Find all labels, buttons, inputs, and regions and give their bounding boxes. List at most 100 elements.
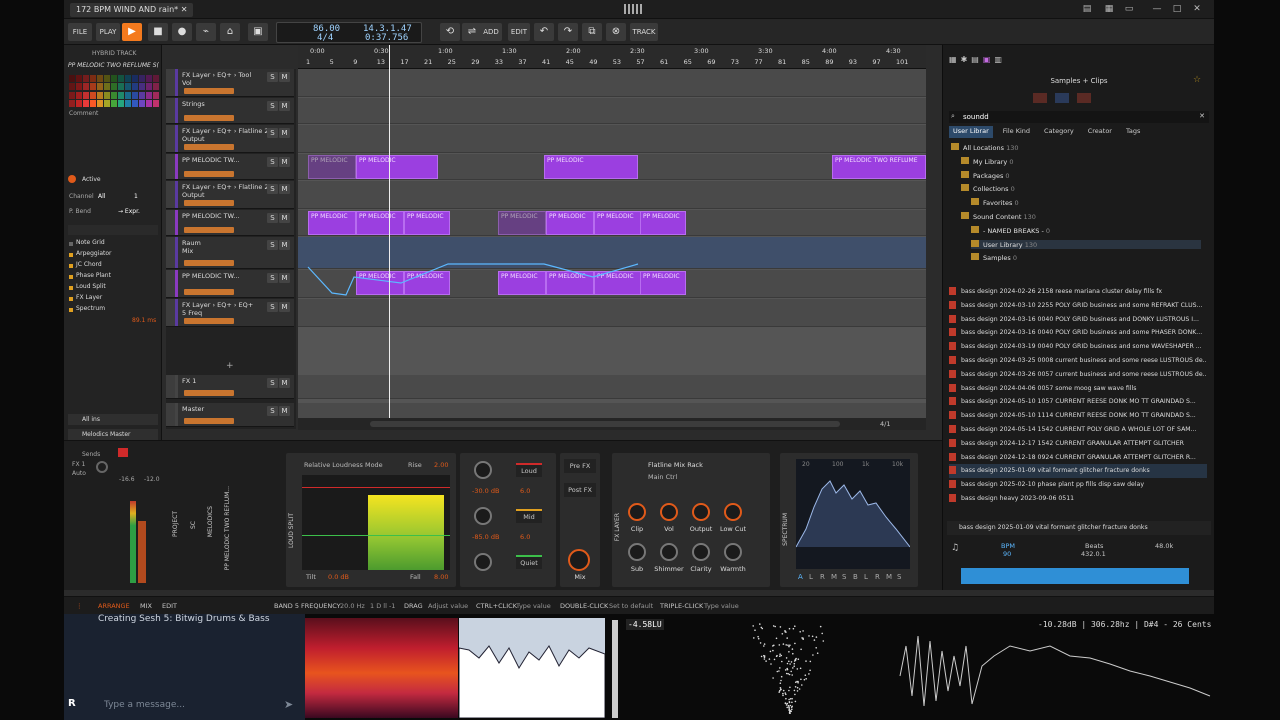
redo-icon[interactable]: ↷	[558, 23, 578, 41]
band-gain-knob[interactable]	[474, 553, 492, 571]
file-row[interactable]: bass design 2024-03-19 0040 POLY GRID bu…	[949, 340, 1207, 354]
palette-swatch[interactable]	[118, 99, 124, 107]
layout-icon[interactable]: ▤	[1080, 3, 1094, 15]
track-volume-fader[interactable]	[184, 318, 234, 324]
macro-knob[interactable]	[692, 543, 710, 561]
palette-swatch[interactable]	[76, 91, 82, 99]
track-header[interactable]: Master S M	[166, 403, 294, 427]
pitch-bend-select[interactable]: → Expr.	[118, 208, 140, 215]
macro-knob[interactable]	[660, 503, 678, 521]
input-select[interactable]: All ins	[68, 414, 158, 425]
view-toggle-3[interactable]	[1077, 93, 1091, 103]
solo-button[interactable]: S	[267, 128, 278, 138]
track-name[interactable]: FX 1	[182, 377, 196, 385]
music-tab-icon[interactable]: ▥	[994, 55, 1002, 65]
track-color[interactable]	[166, 69, 178, 96]
send-icon[interactable]: ➤	[284, 698, 293, 711]
palette-swatch[interactable]	[104, 83, 110, 91]
track-header[interactable]: Raum Mix S M	[166, 237, 294, 269]
palette-swatch[interactable]	[76, 83, 82, 91]
band-gain-knob[interactable]	[474, 461, 492, 479]
location-item[interactable]: Packages 0	[961, 170, 1010, 180]
file-row[interactable]: bass design 2025-01-09 vital formant gli…	[949, 464, 1207, 479]
palette-swatch[interactable]	[132, 91, 138, 99]
send-knob[interactable]	[96, 461, 108, 473]
close-icon[interactable]: ✕	[1190, 3, 1204, 15]
palette-swatch[interactable]	[97, 99, 103, 107]
time-signature[interactable]: 4/4	[317, 33, 333, 43]
palette-swatch[interactable]	[90, 75, 96, 82]
track-color[interactable]	[166, 181, 178, 208]
file-row[interactable]: bass design 2024-12-18 0924 CURRENT GRAN…	[949, 451, 1207, 465]
monitor-icon[interactable]: ▣	[248, 23, 268, 41]
mute-button[interactable]: M	[279, 184, 290, 194]
rise-value[interactable]: 2.00	[434, 461, 448, 469]
mix-knob[interactable]	[568, 549, 590, 571]
solo-button[interactable]: S	[267, 302, 278, 312]
palette-swatch[interactable]	[146, 91, 152, 99]
palette-swatch[interactable]	[104, 99, 110, 107]
track-volume-fader[interactable]	[184, 144, 234, 150]
playhead[interactable]	[389, 45, 390, 430]
palette-swatch[interactable]	[139, 75, 145, 82]
file-row[interactable]: bass design 2024-12-17 1542 CURRENT GRAN…	[949, 437, 1207, 451]
palette-swatch[interactable]	[132, 83, 138, 91]
palette-swatch[interactable]	[104, 91, 110, 99]
add-track-icon[interactable]: +	[226, 361, 234, 371]
devices-tab-icon[interactable]: ▦	[949, 55, 957, 65]
spectrum-mode-button[interactable]: M	[886, 573, 892, 581]
channel-select[interactable]: All	[98, 193, 105, 200]
presets-tab-icon[interactable]: ✱	[961, 55, 968, 65]
location-item[interactable]: Collections 0	[961, 184, 1015, 193]
browser-filter[interactable]: Category	[1040, 126, 1078, 138]
spectrum-mode-button[interactable]: A	[798, 573, 803, 581]
device-list-item[interactable]: Arpeggiator	[68, 250, 158, 261]
track-header[interactable]: PP MELODIC TW... S M	[166, 210, 294, 236]
band-threshold-value[interactable]: -30.0 dB	[472, 487, 499, 495]
band-solo-button[interactable]: Mid	[516, 509, 542, 523]
mute-button[interactable]: M	[279, 406, 290, 416]
play-button[interactable]: PLAY	[96, 23, 120, 41]
spectrum-display[interactable]	[795, 459, 911, 569]
track-volume-fader[interactable]	[184, 171, 234, 177]
punch-icon[interactable]: ⇌	[462, 23, 482, 41]
solo-button[interactable]: S	[267, 378, 278, 388]
track-name[interactable]: Raum Mix	[182, 239, 201, 255]
file-row[interactable]: bass design 2024-05-14 1542 CURRENT POLY…	[949, 423, 1207, 437]
track-color[interactable]	[166, 98, 178, 123]
quiet-threshold-line[interactable]	[302, 535, 450, 536]
palette-swatch[interactable]	[69, 99, 75, 107]
palette-swatch[interactable]	[118, 83, 124, 91]
palette-swatch[interactable]	[125, 99, 131, 107]
device-list-item[interactable]: FX Layer	[68, 294, 158, 305]
edit-button[interactable]: EDIT	[508, 23, 530, 41]
browser-tabs[interactable]: ▦ ✱ ▤ ▣ ▥	[949, 55, 1029, 65]
track-button[interactable]: TRACK	[630, 23, 658, 41]
palette-swatch[interactable]	[69, 83, 75, 91]
spectrum-mode-button[interactable]: M	[831, 573, 837, 581]
track-name[interactable]: Master	[182, 405, 204, 413]
loud-threshold-line[interactable]	[302, 487, 450, 488]
automation-record-icon[interactable]: ⌁	[196, 23, 216, 41]
palette-swatch[interactable]	[97, 83, 103, 91]
solo-button[interactable]: S	[267, 406, 278, 416]
search-input[interactable]: soundd	[963, 113, 989, 121]
location-item[interactable]: - NAMED BREAKS - 0	[971, 225, 1050, 235]
track-name[interactable]: PP MELODIC TW...	[182, 272, 240, 280]
avatar[interactable]: R	[68, 698, 84, 712]
spectrum-mode-button[interactable]: R	[875, 573, 880, 581]
minimize-icon[interactable]: —	[1150, 3, 1164, 15]
volume-fader[interactable]	[138, 521, 146, 583]
macro-knob[interactable]	[628, 503, 646, 521]
add-button[interactable]: ADD	[480, 23, 502, 41]
palette-swatch[interactable]	[139, 99, 145, 107]
file-row[interactable]: bass design 2024-03-26 0057 current busi…	[949, 368, 1207, 382]
track-name[interactable]: FX Layer › EQ+ › Tool Vol	[182, 71, 251, 87]
browser-search[interactable]: ⌕ soundd ✕	[949, 111, 1209, 123]
track-name[interactable]: PP MELODIC TW...	[182, 212, 240, 220]
track-header[interactable]: Strings S M	[166, 98, 294, 124]
macro-knob[interactable]	[724, 503, 742, 521]
palette-swatch[interactable]	[97, 75, 103, 82]
file-row[interactable]: bass design 2024-03-16 0040 POLY GRID bu…	[949, 313, 1207, 327]
undo-icon[interactable]: ↶	[534, 23, 554, 41]
